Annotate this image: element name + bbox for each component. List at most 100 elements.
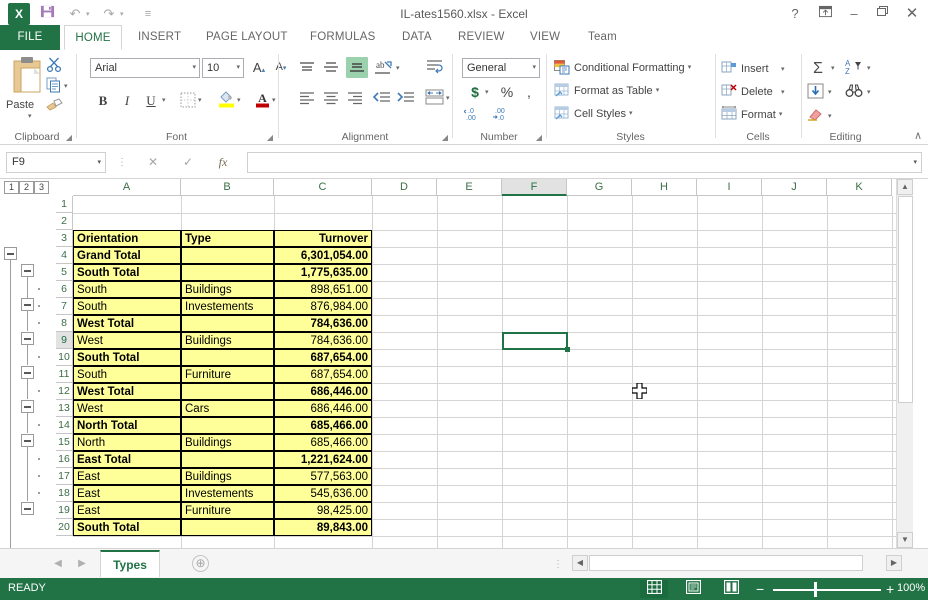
- paste-dropdown-icon[interactable]: ▾: [28, 112, 32, 120]
- cell-A9[interactable]: West: [73, 332, 181, 349]
- tab-formulas[interactable]: FORMULAS: [300, 25, 386, 50]
- alignment-dialog-launcher[interactable]: ◢: [442, 133, 448, 142]
- clipboard-icon[interactable]: [10, 56, 50, 96]
- eraser-icon[interactable]: [807, 107, 824, 125]
- outline-collapse-west-total-2[interactable]: [21, 366, 34, 379]
- clipboard-dialog-launcher[interactable]: ◢: [66, 133, 72, 142]
- italic-button[interactable]: I: [116, 90, 138, 111]
- redo-dropdown-icon[interactable]: ▾: [120, 10, 128, 18]
- row-header-12[interactable]: 12: [56, 383, 73, 400]
- confirm-entry-icon[interactable]: ✓: [175, 153, 201, 172]
- borders-icon[interactable]: [180, 92, 196, 111]
- fill-down-icon[interactable]: [807, 83, 824, 102]
- sheet-tab-splitter[interactable]: ⋮: [553, 559, 563, 570]
- cell-A16[interactable]: East Total: [73, 451, 181, 468]
- row-header-17[interactable]: 17: [56, 468, 73, 485]
- name-box-dropdown-icon[interactable]: ▾: [97, 153, 101, 172]
- cell-B11[interactable]: Furniture: [181, 366, 274, 383]
- conditional-formatting-button[interactable]: Conditional Formatting ▾: [574, 60, 691, 76]
- font-size-combo[interactable]: 10 ▾: [202, 58, 244, 78]
- cell-A8[interactable]: West Total: [73, 315, 181, 332]
- horizontal-scroll-thumb[interactable]: [589, 555, 863, 571]
- scroll-left-button[interactable]: ◀: [572, 555, 588, 571]
- minimize-button[interactable]: –: [841, 3, 867, 25]
- cell-A20[interactable]: South Total: [73, 519, 181, 536]
- expand-formula-bar-icon[interactable]: ▾: [913, 153, 917, 172]
- outline-collapse-grand-total[interactable]: [4, 247, 17, 260]
- row-header-11[interactable]: 11: [56, 366, 73, 383]
- font-size-dropdown-icon[interactable]: ▾: [236, 59, 240, 77]
- column-header-i[interactable]: I: [697, 179, 762, 196]
- borders-dropdown-icon[interactable]: ▾: [198, 96, 202, 104]
- cell-C6[interactable]: 898,651.00: [274, 281, 372, 298]
- cell-A14[interactable]: North Total: [73, 417, 181, 434]
- outline-collapse-south-total-3[interactable]: [21, 502, 34, 515]
- cell-B3[interactable]: Type: [181, 230, 274, 247]
- font-name-combo[interactable]: Arial ▾: [90, 58, 200, 78]
- outline-level-2-button[interactable]: 2: [19, 181, 34, 194]
- scroll-up-button[interactable]: ▲: [897, 179, 913, 195]
- vertical-scrollbar[interactable]: ▲ ▼: [896, 179, 913, 548]
- cell-C7[interactable]: 876,984.00: [274, 298, 372, 315]
- undo-dropdown-icon[interactable]: ▾: [86, 10, 94, 18]
- format-as-table-icon[interactable]: [554, 83, 570, 101]
- tab-data[interactable]: DATA: [392, 25, 442, 50]
- find-select-dropdown-icon[interactable]: ▾: [867, 88, 871, 96]
- cell-B9[interactable]: Buildings: [181, 332, 274, 349]
- row-header-9[interactable]: 9: [56, 332, 73, 349]
- normal-view-button[interactable]: [640, 580, 668, 598]
- fill-color-icon[interactable]: [218, 90, 235, 111]
- cell-styles-button[interactable]: Cell Styles ▾: [574, 106, 633, 122]
- cell-C4[interactable]: 6,301,054.00: [274, 247, 372, 264]
- insert-dropdown-icon[interactable]: ▾: [781, 65, 785, 73]
- tab-file[interactable]: FILE: [0, 25, 60, 50]
- outline-collapse-north-total[interactable]: [21, 400, 34, 413]
- align-bottom-icon[interactable]: [346, 57, 368, 78]
- undo-icon[interactable]: ↶: [64, 4, 86, 24]
- close-button[interactable]: ✕: [899, 3, 925, 25]
- scroll-down-button[interactable]: ▼: [897, 532, 913, 548]
- tab-review[interactable]: REVIEW: [448, 25, 515, 50]
- cell-C19[interactable]: 98,425.00: [274, 502, 372, 519]
- increase-indent-icon[interactable]: [396, 90, 415, 109]
- cell-C18[interactable]: 545,636.00: [274, 485, 372, 502]
- outline-level-3-button[interactable]: 3: [34, 181, 49, 194]
- ribbon-display-options-icon[interactable]: [812, 3, 838, 25]
- column-header-d[interactable]: D: [372, 179, 437, 196]
- align-left-icon[interactable]: [298, 90, 316, 109]
- zoom-in-button[interactable]: +: [886, 581, 894, 597]
- name-box[interactable]: F9 ▾: [6, 152, 106, 173]
- column-header-c[interactable]: C: [274, 179, 372, 196]
- cell-A4[interactable]: Grand Total: [73, 247, 181, 264]
- format-as-table-dropdown-icon[interactable]: ▾: [656, 87, 660, 94]
- cell-styles-dropdown-icon[interactable]: ▾: [629, 110, 633, 117]
- add-sheet-button[interactable]: ⊕: [192, 555, 209, 572]
- cell-B18[interactable]: Investements: [181, 485, 274, 502]
- cell-C9[interactable]: 784,636.00: [274, 332, 372, 349]
- outline-collapse-south-total-1[interactable]: [21, 264, 34, 277]
- align-center-icon[interactable]: [322, 90, 340, 109]
- formula-input[interactable]: ▾: [247, 152, 922, 173]
- font-name-dropdown-icon[interactable]: ▾: [192, 59, 196, 77]
- cell-A6[interactable]: South: [73, 281, 181, 298]
- number-format-combo[interactable]: General ▾: [462, 58, 540, 78]
- align-middle-icon[interactable]: [322, 60, 340, 79]
- cell-B10[interactable]: [181, 349, 274, 366]
- column-header-a[interactable]: A: [73, 179, 181, 196]
- cell-C16[interactable]: 1,221,624.00: [274, 451, 372, 468]
- vertical-scroll-thumb[interactable]: [898, 196, 913, 403]
- cell-C3[interactable]: Turnover: [274, 230, 372, 247]
- delete-cells-icon[interactable]: [721, 83, 737, 101]
- underline-button[interactable]: U: [140, 90, 162, 111]
- bold-button[interactable]: B: [92, 90, 114, 111]
- cell-A10[interactable]: South Total: [73, 349, 181, 366]
- format-cells-icon[interactable]: [721, 106, 737, 124]
- next-sheet-icon[interactable]: ▶: [74, 556, 90, 572]
- previous-sheet-icon[interactable]: ◀: [50, 556, 66, 572]
- cell-B20[interactable]: [181, 519, 274, 536]
- number-dialog-launcher[interactable]: ◢: [536, 133, 542, 142]
- paintbrush-icon[interactable]: [46, 98, 63, 117]
- zoom-slider-thumb[interactable]: [814, 582, 817, 597]
- tab-insert[interactable]: INSERT: [128, 25, 191, 50]
- row-header-2[interactable]: 2: [56, 213, 73, 230]
